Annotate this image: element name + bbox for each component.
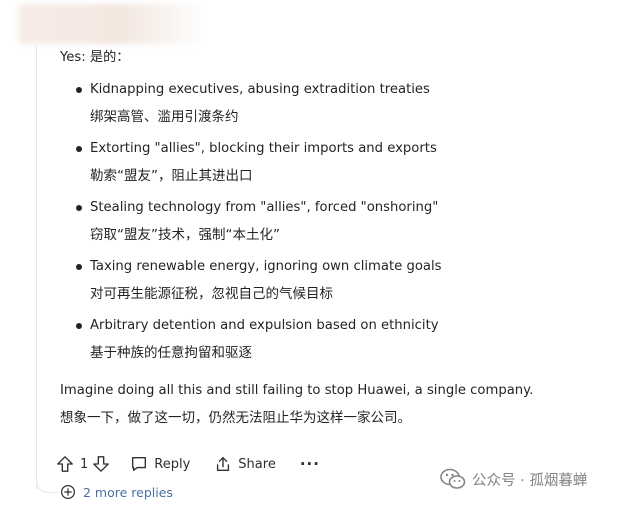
comment-bubble-icon xyxy=(132,457,147,471)
upvote-arrow-icon xyxy=(57,456,73,472)
bullet-dot xyxy=(76,146,82,152)
bullet-dot xyxy=(76,323,82,329)
watermark-text: 公众号 · 孤烟暮蝉 xyxy=(472,472,588,489)
point-english: Taxing renewable energy, ignoring own cl… xyxy=(90,259,442,274)
downvote-arrow-icon xyxy=(93,456,110,472)
outro-english: Imagine doing all this and still failing… xyxy=(60,383,534,398)
share-label: Share xyxy=(238,456,276,472)
downvote-button[interactable] xyxy=(92,455,110,473)
upvote-button[interactable] xyxy=(56,455,74,473)
more-options-button[interactable]: ··· xyxy=(300,455,320,473)
comment-action-bar: 1 Reply Share ··· xyxy=(56,452,320,476)
list-item: Arbitrary detention and expulsion based … xyxy=(60,316,620,363)
point-chinese: 勒索“盟友”，阻止其进出口 xyxy=(90,168,253,184)
blurred-author-header xyxy=(18,4,208,44)
watermark: 公众号 · 孤烟暮蝉 xyxy=(440,468,587,490)
list-item: Stealing technology from "allies", force… xyxy=(60,198,620,245)
point-chinese: 绑架高管、滥用引渡条约 xyxy=(90,109,239,125)
list-item: Taxing renewable energy, ignoring own cl… xyxy=(60,257,620,304)
plus-circle-icon xyxy=(61,485,75,499)
thread-line-curve xyxy=(36,478,59,493)
point-chinese: 窃取“盟友”技术，强制“本土化” xyxy=(90,227,280,243)
share-icon xyxy=(217,457,230,471)
list-item: Kidnapping executives, abusing extraditi… xyxy=(60,80,620,127)
point-english: Stealing technology from "allies", force… xyxy=(90,200,439,215)
more-options-icon: ··· xyxy=(299,455,320,473)
bullet-dot xyxy=(76,264,82,270)
reply-label: Reply xyxy=(154,456,191,472)
outro-chinese: 想象一下，做了这一切，仍然无法阻止华为这样一家公司。 xyxy=(60,410,411,426)
wechat-icon xyxy=(440,468,466,489)
share-button[interactable]: Share xyxy=(214,455,276,473)
comment-body: Yes: 是的： Kidnapping executives, abusing … xyxy=(60,48,620,428)
bullet-dot xyxy=(76,87,82,93)
point-chinese: 基于种族的任意拘留和驱逐 xyxy=(90,345,252,361)
reply-button[interactable]: Reply xyxy=(130,455,190,473)
bullet-list: Kidnapping executives, abusing extraditi… xyxy=(60,80,620,363)
comment-outro: Imagine doing all this and still failing… xyxy=(60,381,620,428)
point-english: Arbitrary detention and expulsion based … xyxy=(90,318,439,333)
thread-line xyxy=(36,44,37,489)
vote-count: 1 xyxy=(80,456,89,472)
comment-intro: Yes: 是的： xyxy=(60,50,130,65)
list-item: Extorting "allies", blocking their impor… xyxy=(60,139,620,186)
more-replies-label: 2 more replies xyxy=(83,484,173,500)
more-replies-link[interactable]: 2 more replies xyxy=(60,484,173,500)
bullet-dot xyxy=(76,205,82,211)
point-english: Extorting "allies", blocking their impor… xyxy=(90,141,437,156)
point-chinese: 对可再生能源征税，忽视自己的气候目标 xyxy=(90,286,333,302)
point-english: Kidnapping executives, abusing extraditi… xyxy=(90,82,430,97)
